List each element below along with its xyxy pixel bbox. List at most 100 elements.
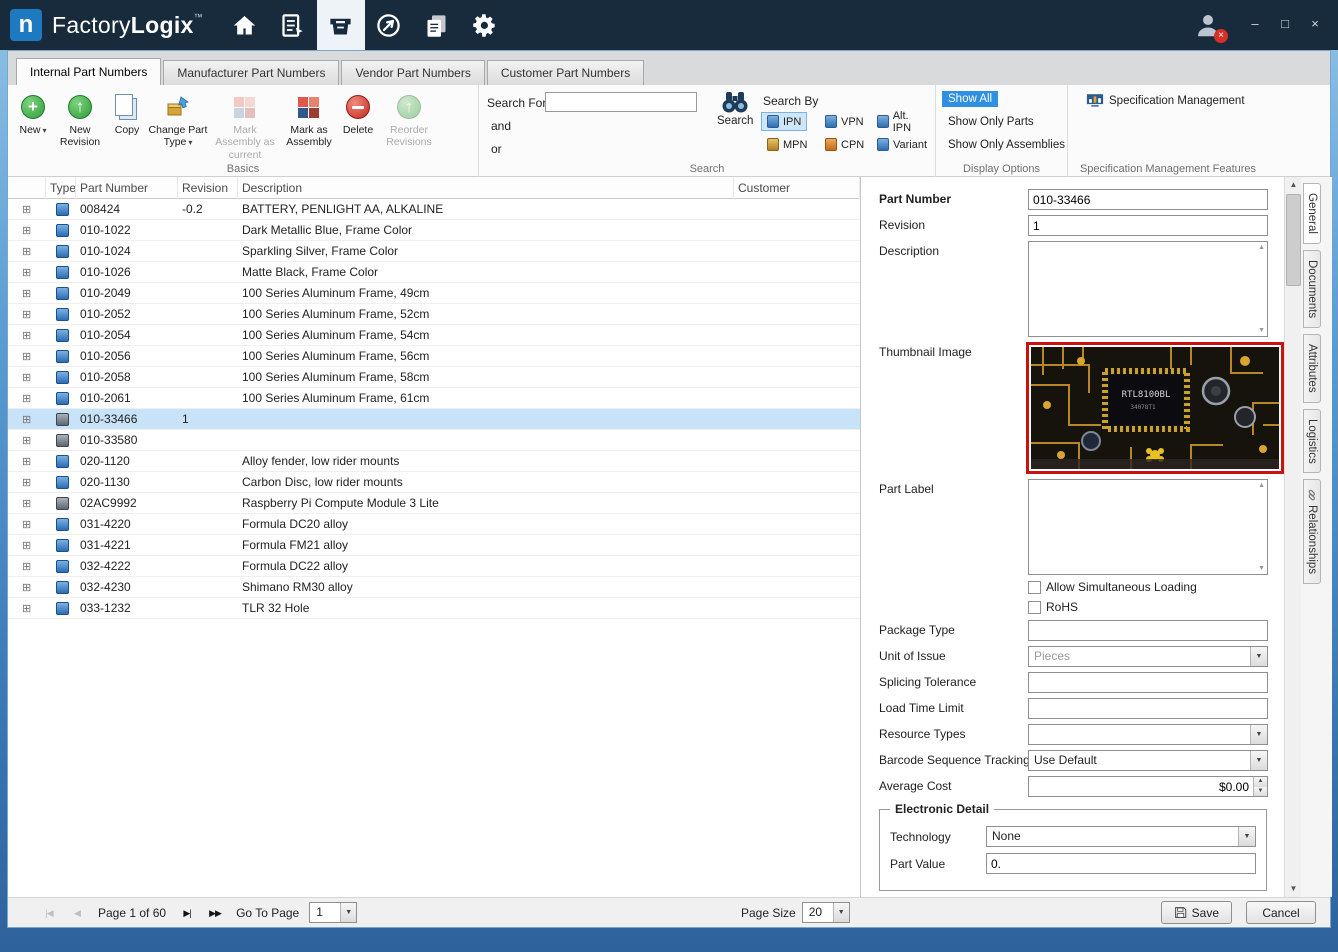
scrollbar-thumb[interactable]	[1286, 194, 1301, 286]
expand-icon[interactable]: ⊞	[22, 435, 31, 447]
average-cost-spinner[interactable]: ▲ ▼	[1028, 776, 1268, 797]
close-button[interactable]: ×	[1302, 14, 1328, 36]
save-button[interactable]: Save	[1161, 901, 1232, 924]
grid-header-customer[interactable]: Customer	[734, 177, 860, 199]
new-button[interactable]: + New▾	[14, 89, 52, 136]
expand-icon[interactable]: ⊞	[22, 288, 31, 300]
scrollbar-up-button[interactable]: ▲	[1285, 177, 1302, 193]
nav-production-button[interactable]	[269, 0, 317, 50]
table-row[interactable]: ⊞010-2056100 Series Aluminum Frame, 56cm	[8, 346, 860, 367]
combo-arrow-icon[interactable]: ▼	[1250, 725, 1267, 744]
tab-documents[interactable]: Documents	[1303, 250, 1321, 328]
expand-icon[interactable]: ⊞	[22, 540, 31, 552]
page-size-combobox[interactable]: 20 ▼	[802, 902, 850, 923]
tab-vendor-part-numbers[interactable]: Vendor Part Numbers	[341, 60, 484, 85]
maximize-button[interactable]: □	[1272, 14, 1298, 36]
table-row[interactable]: ⊞010-1022Dark Metallic Blue, Frame Color	[8, 220, 860, 241]
expand-icon[interactable]: ⊞	[22, 225, 31, 237]
thumbnail-image[interactable]: RTL8100BL 34078T1	[1026, 342, 1284, 474]
description-textarea[interactable]: ▲ ▼	[1028, 241, 1268, 337]
technology-combobox[interactable]: None ▼	[986, 826, 1256, 847]
tab-customer-part-numbers[interactable]: Customer Part Numbers	[487, 60, 644, 85]
table-row[interactable]: ⊞010-1026Matte Black, Frame Color	[8, 262, 860, 283]
expand-icon[interactable]: ⊞	[22, 330, 31, 342]
tab-logistics[interactable]: Logistics	[1303, 409, 1321, 474]
expand-icon[interactable]: ⊞	[22, 351, 31, 363]
scroll-down-icon[interactable]: ▼	[1258, 565, 1265, 572]
search-by-ipn-option[interactable]: IPN	[761, 112, 807, 131]
user-menu-button[interactable]: ×	[1188, 5, 1228, 45]
search-by-variant-option[interactable]: Variant	[871, 135, 933, 154]
copy-button[interactable]: Copy	[108, 89, 146, 136]
combo-arrow-icon[interactable]: ▼	[1250, 751, 1267, 770]
nav-shipping-button[interactable]	[365, 0, 413, 50]
barcode-sequence-tracking-combobox[interactable]: Use Default ▼	[1028, 750, 1268, 771]
last-page-button[interactable]: ▶▶	[204, 903, 226, 923]
resource-types-combobox[interactable]: ▼	[1028, 724, 1268, 745]
expand-icon[interactable]: ⊞	[22, 246, 31, 258]
change-part-type-caret[interactable]: ▾	[188, 138, 192, 147]
new-revision-button[interactable]: ↑ New Revision	[54, 89, 106, 149]
table-row[interactable]: ⊞010-1024Sparkling Silver, Frame Color	[8, 241, 860, 262]
package-type-input[interactable]	[1028, 620, 1268, 641]
spin-up-icon[interactable]: ▲	[1253, 777, 1267, 787]
table-row[interactable]: ⊞031-4221Formula FM21 alloy	[8, 535, 860, 556]
part-number-input[interactable]	[1028, 189, 1268, 210]
table-row[interactable]: ⊞032-4230Shimano RM30 alloy	[8, 577, 860, 598]
grid-header-description[interactable]: Description	[238, 177, 734, 199]
combo-arrow-icon[interactable]: ▼	[340, 903, 356, 922]
show-only-assemblies-option[interactable]: Show Only Assemblies	[942, 137, 1071, 153]
nav-settings-button[interactable]	[461, 0, 509, 50]
table-row[interactable]: ⊞02AC9992Raspberry Pi Compute Module 3 L…	[8, 493, 860, 514]
expand-icon[interactable]: ⊞	[22, 603, 31, 615]
table-row[interactable]: ⊞032-4222Formula DC22 alloy	[8, 556, 860, 577]
expand-icon[interactable]: ⊞	[22, 309, 31, 321]
change-part-type-button[interactable]: Change Part Type▾	[148, 89, 208, 149]
search-by-alt-ipn-option[interactable]: Alt. IPN	[871, 112, 935, 131]
rohs-checkbox[interactable]	[1028, 601, 1041, 614]
combo-arrow-icon[interactable]: ▼	[833, 903, 849, 922]
minimize-button[interactable]: –	[1242, 14, 1268, 36]
next-page-button[interactable]: ▶|	[176, 903, 198, 923]
expand-icon[interactable]: ⊞	[22, 267, 31, 279]
scroll-up-icon[interactable]: ▲	[1258, 482, 1265, 489]
unit-of-issue-combobox[interactable]: Pieces ▼	[1028, 646, 1268, 667]
new-dropdown-caret[interactable]: ▾	[43, 126, 47, 135]
delete-button[interactable]: Delete	[338, 89, 378, 136]
expand-icon[interactable]: ⊞	[22, 393, 31, 405]
table-row[interactable]: ⊞031-4220Formula DC20 alloy	[8, 514, 860, 535]
table-row[interactable]: ⊞010-2054100 Series Aluminum Frame, 54cm	[8, 325, 860, 346]
search-for-input[interactable]	[545, 92, 697, 112]
search-by-mpn-option[interactable]: MPN	[761, 135, 813, 154]
expand-icon[interactable]: ⊞	[22, 519, 31, 531]
table-row[interactable]: ⊞010-2052100 Series Aluminum Frame, 52cm	[8, 304, 860, 325]
search-button[interactable]: Search	[717, 89, 753, 127]
expand-icon[interactable]: ⊞	[22, 204, 31, 216]
table-row[interactable]: ⊞010-33580	[8, 430, 860, 451]
grid-header-part-number[interactable]: Part Number	[76, 177, 178, 199]
cancel-button[interactable]: Cancel	[1246, 901, 1316, 924]
grid-header-type[interactable]: Type	[46, 177, 76, 199]
table-row[interactable]: ⊞010-2061100 Series Aluminum Frame, 61cm	[8, 388, 860, 409]
scroll-up-icon[interactable]: ▲	[1258, 244, 1265, 251]
combo-arrow-icon[interactable]: ▼	[1238, 827, 1255, 846]
nav-documents-button[interactable]	[413, 0, 461, 50]
average-cost-input[interactable]	[1028, 776, 1268, 797]
show-only-parts-option[interactable]: Show Only Parts	[942, 114, 1040, 130]
table-row[interactable]: ⊞020-1130Carbon Disc, low rider mounts	[8, 472, 860, 493]
splicing-tolerance-input[interactable]	[1028, 672, 1268, 693]
table-row[interactable]: ⊞020-1120Alloy fender, low rider mounts	[8, 451, 860, 472]
part-label-textarea[interactable]: ▲ ▼	[1028, 479, 1268, 575]
expand-icon[interactable]: ⊞	[22, 561, 31, 573]
table-row[interactable]: ⊞008424-0.2BATTERY, PENLIGHT AA, ALKALIN…	[8, 199, 860, 220]
search-by-cpn-option[interactable]: CPN	[819, 135, 870, 154]
revision-input[interactable]	[1028, 215, 1268, 236]
tab-attributes[interactable]: Attributes	[1303, 334, 1321, 403]
scroll-down-icon[interactable]: ▼	[1258, 327, 1265, 334]
expand-icon[interactable]: ⊞	[22, 498, 31, 510]
detail-scrollbar[interactable]: ▲ ▼	[1284, 177, 1301, 897]
expand-icon[interactable]: ⊞	[22, 372, 31, 384]
specification-management-button[interactable]: Specification Management	[1086, 93, 1245, 108]
expand-icon[interactable]: ⊞	[22, 456, 31, 468]
tab-internal-part-numbers[interactable]: Internal Part Numbers	[16, 58, 161, 85]
